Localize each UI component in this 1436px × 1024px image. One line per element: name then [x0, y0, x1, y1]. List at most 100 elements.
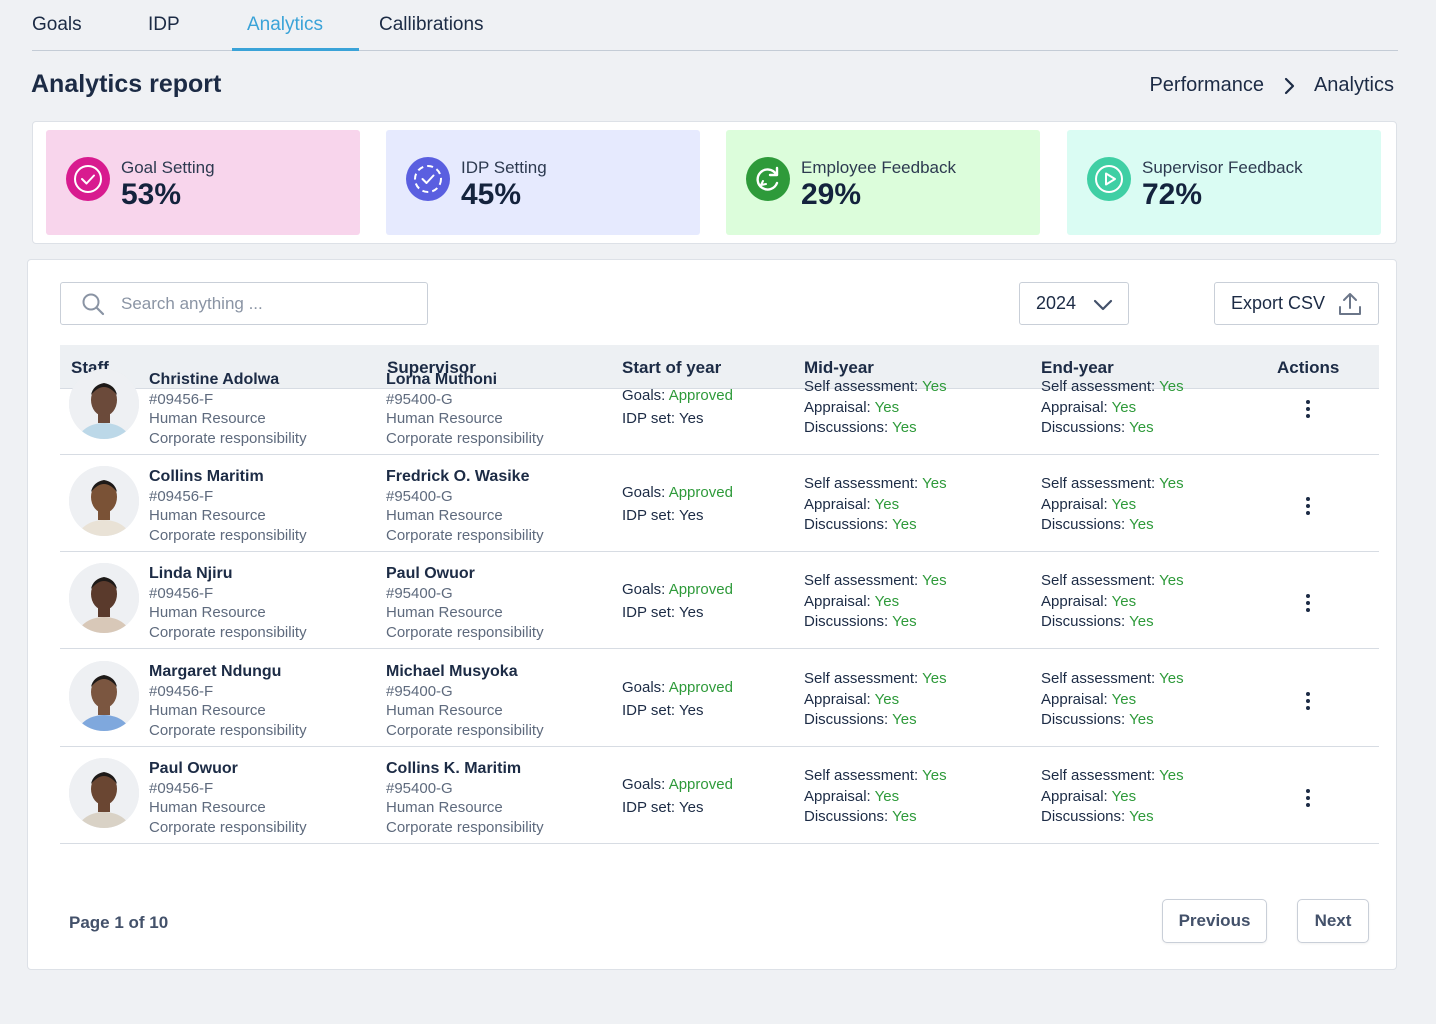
avatar: [69, 563, 139, 633]
supervisor-id: #95400-G: [386, 779, 453, 797]
discussions-label: Discussions:: [1041, 808, 1126, 825]
appraisal-status: Yes: [874, 787, 900, 805]
discussions-status: Yes: [892, 808, 917, 825]
table-row: Linda Njiru #09456-F Human Resource Corp…: [60, 552, 1379, 649]
goals-label: Goals:: [622, 581, 666, 598]
avatar: [69, 369, 139, 439]
goals-status: Approved: [668, 484, 733, 501]
table-row: Margaret Ndungu #09456-F Human Resource …: [60, 650, 1379, 747]
staff-department: Human Resource: [149, 507, 266, 524]
self-assessment-status: Yes: [922, 767, 947, 784]
discussions-status: Yes: [1129, 613, 1154, 630]
more-actions-icon[interactable]: [1301, 398, 1315, 420]
supervisor-name[interactable]: Collins K. Maritim: [386, 759, 544, 779]
staff-name[interactable]: Paul Owuor: [149, 759, 307, 779]
tab-callibrations[interactable]: Callibrations: [379, 14, 484, 36]
chevron-down-icon: [1093, 299, 1113, 311]
discussions-status: Yes: [892, 613, 917, 630]
stat-card-goal-setting: Goal Setting 53%: [46, 130, 360, 235]
tab-analytics[interactable]: Analytics: [247, 14, 323, 36]
discussions-label: Discussions:: [1041, 516, 1126, 533]
idp-label: IDP set:: [622, 799, 676, 816]
end-year-status: Self assessment: Yes Appraisal: Yes Disc…: [1041, 766, 1184, 828]
goals-status: Approved: [668, 776, 733, 793]
stat-label: Supervisor Feedback: [1142, 158, 1303, 177]
supervisor-info: Lorna Muthoni #95400-G Human Resource Co…: [386, 370, 544, 448]
discussions-label: Discussions:: [804, 711, 889, 728]
discussions-status: Yes: [1129, 808, 1154, 825]
table-row: Christine Adolwa #09456-F Human Resource…: [60, 358, 1379, 455]
start-of-year-status: Goals: Approved IDP set: Yes: [622, 773, 733, 819]
discussions-label: Discussions:: [1041, 613, 1126, 630]
breadcrumb-performance[interactable]: Performance: [1149, 74, 1264, 97]
staff-id: #09456-F: [149, 487, 214, 505]
report-card: 2024 Export CSV Staff Supervisor Start o…: [27, 259, 1397, 970]
supervisor-name[interactable]: Michael Musyoka: [386, 662, 544, 682]
goals-label: Goals:: [622, 484, 666, 501]
self-assessment-label: Self assessment:: [1041, 767, 1156, 784]
staff-name[interactable]: Margaret Ndungu: [149, 662, 307, 682]
idp-label: IDP set:: [622, 604, 676, 621]
self-assessment-label: Self assessment:: [804, 378, 919, 395]
previous-button[interactable]: Previous: [1162, 899, 1267, 943]
staff-name[interactable]: Linda Njiru: [149, 564, 307, 584]
end-year-status: Self assessment: Yes Appraisal: Yes Disc…: [1041, 474, 1184, 536]
more-actions-icon[interactable]: [1301, 495, 1315, 517]
tab-idp[interactable]: IDP: [148, 14, 180, 36]
self-assessment-status: Yes: [1159, 475, 1184, 492]
appraisal-status: Yes: [874, 398, 900, 416]
appraisal-label: Appraisal:: [1041, 495, 1108, 513]
stat-label: Goal Setting: [121, 158, 215, 177]
avatar: [69, 661, 139, 731]
staff-id: #09456-F: [149, 584, 214, 602]
stat-value: 29%: [801, 178, 862, 211]
tab-bar: Goals IDP Analytics Callibrations: [32, 0, 1398, 51]
start-of-year-status: Goals: Approved IDP set: Yes: [622, 676, 733, 722]
idp-status: Yes: [679, 604, 704, 621]
next-button[interactable]: Next: [1297, 899, 1369, 943]
staff-name[interactable]: Christine Adolwa: [149, 370, 307, 390]
discussions-label: Discussions:: [804, 516, 889, 533]
discussions-status: Yes: [892, 516, 917, 533]
supervisor-info: Paul Owuor #95400-G Human Resource Corpo…: [386, 564, 544, 642]
supervisor-name[interactable]: Paul Owuor: [386, 564, 544, 584]
export-csv-button[interactable]: Export CSV: [1214, 282, 1379, 325]
mid-year-status: Self assessment: Yes Appraisal: Yes Disc…: [804, 766, 947, 828]
discussions-label: Discussions:: [804, 808, 889, 825]
end-year-status: Self assessment: Yes Appraisal: Yes Disc…: [1041, 669, 1184, 731]
supervisor-department: Human Resource: [386, 799, 503, 816]
supervisor-info: Collins K. Maritim #95400-G Human Resour…: [386, 759, 544, 837]
stats-panel: Goal Setting 53% IDP Setting 45% Employe…: [32, 121, 1397, 244]
supervisor-unit: Corporate responsibility: [386, 818, 544, 836]
upload-icon: [1339, 293, 1361, 315]
supervisor-name[interactable]: Fredrick O. Wasike: [386, 467, 544, 487]
more-actions-icon[interactable]: [1301, 592, 1315, 614]
stat-card-employee-feedback: Employee Feedback 29%: [726, 130, 1040, 235]
stat-label: IDP Setting: [461, 158, 547, 177]
stat-value: 53%: [121, 178, 182, 211]
table-row: Paul Owuor #09456-F Human Resource Corpo…: [60, 747, 1379, 844]
supervisor-unit: Corporate responsibility: [386, 623, 544, 641]
tab-goals[interactable]: Goals: [32, 14, 82, 36]
staff-unit: Corporate responsibility: [149, 623, 307, 641]
year-select[interactable]: 2024: [1019, 282, 1129, 325]
export-csv-label: Export CSV: [1231, 293, 1326, 313]
self-assessment-status: Yes: [922, 378, 947, 395]
discussions-status: Yes: [1129, 711, 1154, 728]
discussions-label: Discussions:: [1041, 419, 1126, 436]
avatar: [69, 758, 139, 828]
supervisor-name[interactable]: Lorna Muthoni: [386, 370, 544, 390]
supervisor-info: Michael Musyoka #95400-G Human Resource …: [386, 662, 544, 740]
appraisal-label: Appraisal:: [804, 592, 871, 610]
more-actions-icon[interactable]: [1301, 787, 1315, 809]
more-actions-icon[interactable]: [1301, 690, 1315, 712]
breadcrumb-analytics: Analytics: [1313, 74, 1394, 96]
search-input[interactable]: [121, 293, 401, 314]
self-assessment-status: Yes: [922, 572, 947, 589]
search-box[interactable]: [60, 282, 428, 325]
staff-department: Human Resource: [149, 410, 266, 427]
self-assessment-status: Yes: [1159, 378, 1184, 395]
appraisal-label: Appraisal:: [1041, 690, 1108, 708]
staff-name[interactable]: Collins Maritim: [149, 467, 307, 487]
staff-info: Christine Adolwa #09456-F Human Resource…: [149, 370, 307, 448]
